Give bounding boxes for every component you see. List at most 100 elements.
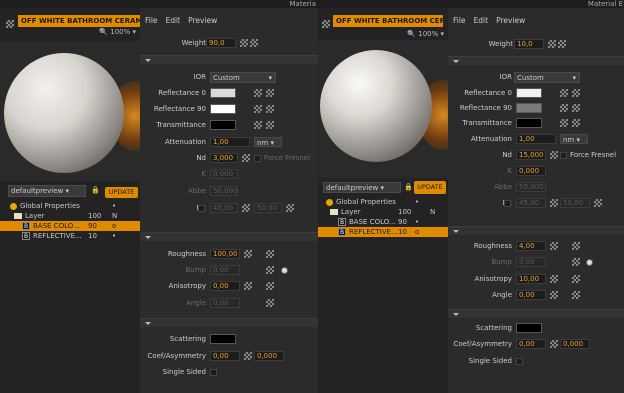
anisotropy-field[interactable]: 10,00 bbox=[516, 274, 546, 284]
section-header[interactable] bbox=[140, 55, 318, 64]
tree-row-layer[interactable]: Layer 100 N bbox=[318, 207, 448, 217]
material-icon[interactable] bbox=[320, 14, 332, 28]
texture-slot-icon[interactable] bbox=[550, 151, 558, 159]
asymmetry-field[interactable]: 0,000 bbox=[254, 351, 284, 361]
anisotropy-field[interactable]: 0,00 bbox=[210, 281, 240, 291]
texture-slot-icon[interactable] bbox=[572, 89, 580, 97]
k-field[interactable]: 0,000 bbox=[516, 166, 546, 176]
tree-flag[interactable]: • bbox=[112, 201, 116, 211]
texture-slot-icon[interactable] bbox=[244, 282, 252, 290]
tree-row-global[interactable]: Global Properties • bbox=[0, 201, 140, 211]
texture-slot-icon[interactable] bbox=[572, 104, 580, 112]
r2-checkbox[interactable] bbox=[198, 205, 205, 212]
texture-slot-icon[interactable] bbox=[594, 199, 602, 207]
weight-field[interactable]: 10,0 bbox=[514, 39, 544, 49]
material-preview[interactable] bbox=[0, 41, 140, 181]
lock-icon[interactable]: 🔒 bbox=[91, 186, 100, 194]
texture-slot-icon[interactable] bbox=[266, 105, 274, 113]
coef-field[interactable]: 0,00 bbox=[210, 351, 240, 361]
texture-slot-icon[interactable] bbox=[266, 121, 274, 129]
section-header[interactable] bbox=[140, 318, 318, 327]
preview-mode-dropdown[interactable]: defaultpreview ▾ bbox=[8, 185, 86, 197]
nd-field[interactable]: 15,000 bbox=[516, 150, 546, 160]
menu-preview[interactable]: Preview bbox=[496, 16, 525, 25]
roughness-field[interactable]: 100,00 bbox=[210, 249, 240, 259]
texture-slot-icon[interactable] bbox=[560, 104, 568, 112]
texture-slot-icon[interactable] bbox=[266, 299, 274, 307]
r2-checkbox[interactable] bbox=[504, 200, 511, 207]
r2-angle-field[interactable]: 45,00 bbox=[516, 198, 546, 208]
texture-slot-icon[interactable] bbox=[254, 89, 262, 97]
texture-slot-icon[interactable] bbox=[548, 40, 556, 48]
menu-edit[interactable]: Edit bbox=[166, 16, 181, 25]
texture-slot-icon[interactable] bbox=[550, 291, 558, 299]
texture-slot-icon[interactable] bbox=[572, 291, 580, 299]
texture-slot-icon[interactable] bbox=[572, 258, 580, 266]
texture-slot-icon[interactable] bbox=[242, 154, 250, 162]
single-sided-checkbox[interactable] bbox=[516, 358, 523, 365]
menu-file[interactable]: File bbox=[453, 16, 466, 25]
force-fresnel-checkbox[interactable] bbox=[254, 155, 261, 162]
menu-file[interactable]: File bbox=[145, 16, 158, 25]
reflectance0-swatch[interactable] bbox=[210, 88, 236, 98]
reflectance90-swatch[interactable] bbox=[210, 104, 236, 114]
section-header[interactable] bbox=[140, 232, 318, 241]
texture-slot-icon[interactable] bbox=[572, 242, 580, 250]
tree-row-layer[interactable]: Layer 100 N bbox=[0, 211, 140, 221]
bump-field[interactable]: 0,00 bbox=[516, 257, 546, 267]
attenuation-unit-dropdown[interactable]: nm ▾ bbox=[560, 134, 588, 144]
zoom-level[interactable]: 🔍 100% ▾ bbox=[99, 28, 136, 36]
tree-flag[interactable]: • bbox=[112, 231, 116, 241]
angle-field[interactable]: 0,00 bbox=[516, 290, 546, 300]
attenuation-field[interactable]: 1,00 bbox=[516, 134, 556, 144]
r2-roughness-field[interactable]: 50,00 bbox=[254, 203, 282, 213]
menu-edit[interactable]: Edit bbox=[474, 16, 489, 25]
texture-slot-icon[interactable] bbox=[558, 40, 566, 48]
attenuation-field[interactable]: 1,00 bbox=[210, 137, 250, 147]
r2-angle-field[interactable]: 45,00 bbox=[210, 203, 238, 213]
texture-slot-icon[interactable] bbox=[572, 275, 580, 283]
tree-flag[interactable]: • bbox=[415, 197, 419, 207]
material-name[interactable]: OFF WHITE BATHROOM CERAMIC bbox=[18, 15, 140, 27]
update-button[interactable]: UPDATE bbox=[105, 187, 138, 198]
texture-slot-icon[interactable] bbox=[244, 250, 252, 258]
menu-preview[interactable]: Preview bbox=[188, 16, 217, 25]
scattering-swatch[interactable] bbox=[210, 334, 236, 344]
coef-field[interactable]: 0,00 bbox=[516, 339, 546, 349]
texture-slot-icon[interactable] bbox=[254, 105, 262, 113]
texture-slot-icon[interactable] bbox=[250, 39, 258, 47]
asymmetry-field[interactable]: 0,000 bbox=[560, 339, 590, 349]
update-button[interactable]: UPDATE bbox=[414, 181, 446, 194]
texture-slot-icon[interactable] bbox=[242, 204, 250, 212]
roughness-field[interactable]: 4,00 bbox=[516, 241, 546, 251]
tree-flag[interactable]: • bbox=[415, 217, 419, 227]
section-header[interactable] bbox=[448, 56, 624, 65]
material-name[interactable]: OFF WHITE BATHROOM CERAMIC bbox=[333, 15, 443, 27]
tree-flag[interactable]: N bbox=[112, 211, 117, 221]
tree-row-global[interactable]: Global Properties • bbox=[318, 197, 448, 207]
texture-slot-icon[interactable] bbox=[550, 199, 558, 207]
weight-field[interactable]: 90,0 bbox=[206, 38, 236, 48]
nd-field[interactable]: 3,000 bbox=[210, 153, 238, 163]
normal-map-icon[interactable] bbox=[281, 267, 288, 274]
texture-slot-icon[interactable] bbox=[550, 275, 558, 283]
texture-slot-icon[interactable] bbox=[550, 340, 558, 348]
bump-field[interactable]: 0,00 bbox=[210, 265, 240, 275]
texture-slot-icon[interactable] bbox=[254, 121, 262, 129]
reflectance0-swatch[interactable] bbox=[516, 88, 542, 98]
tree-row-reflective[interactable]: B REFLECTIVE... 10 o bbox=[318, 227, 448, 237]
material-preview[interactable] bbox=[318, 40, 448, 178]
texture-slot-icon[interactable] bbox=[266, 89, 274, 97]
scattering-swatch[interactable] bbox=[516, 323, 542, 333]
material-icon[interactable] bbox=[4, 14, 16, 28]
section-header[interactable] bbox=[448, 226, 624, 235]
texture-slot-icon[interactable] bbox=[244, 352, 252, 360]
transmittance-swatch[interactable] bbox=[210, 120, 236, 130]
abbe-field[interactable]: 50,000 bbox=[516, 182, 546, 192]
normal-map-icon[interactable] bbox=[586, 259, 593, 266]
abbe-field[interactable]: 50,000 bbox=[210, 186, 238, 196]
ior-dropdown[interactable]: Custom ▾ bbox=[514, 72, 580, 83]
tree-row-reflective[interactable]: B REFLECTIVE... 10 • bbox=[0, 231, 140, 241]
r2-roughness-field[interactable]: 50,00 bbox=[560, 198, 590, 208]
transmittance-swatch[interactable] bbox=[516, 118, 542, 128]
